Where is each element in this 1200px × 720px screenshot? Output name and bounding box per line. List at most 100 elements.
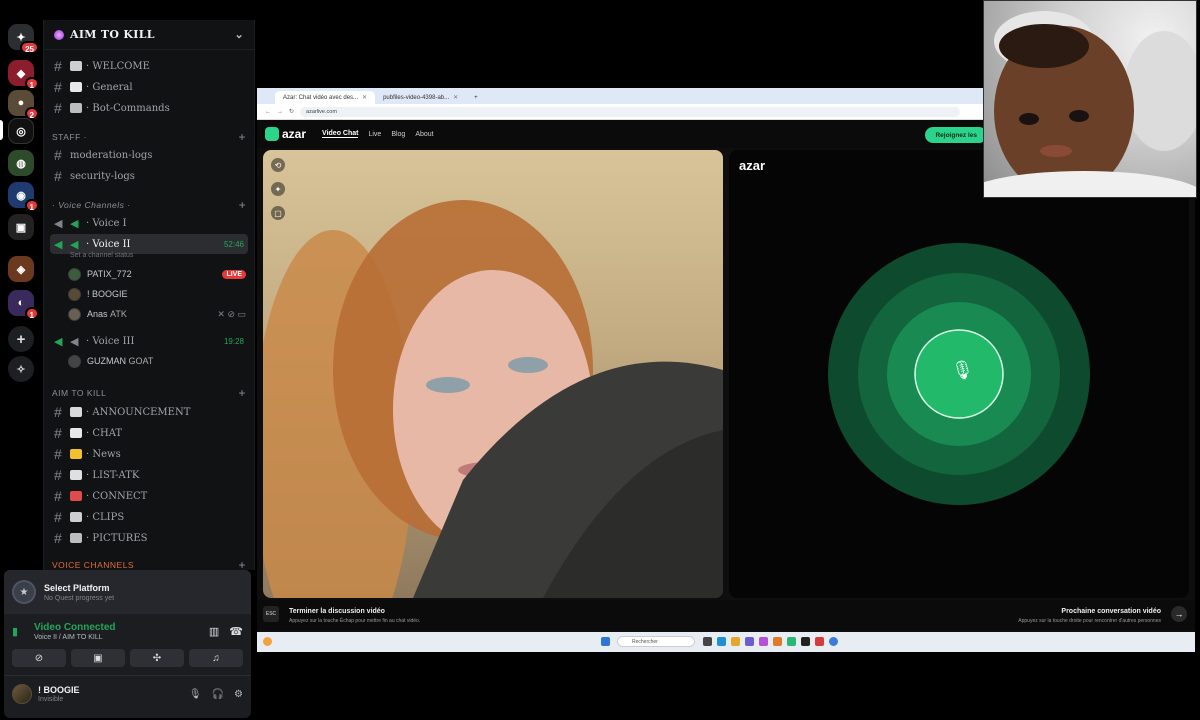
voice-user[interactable]: Anas ATK ✕ ⊘ ▭ [68, 305, 246, 323]
activities-button[interactable]: ✣ [130, 649, 184, 667]
notification-badge: 25 [20, 41, 39, 54]
channel-label: · General [86, 81, 133, 93]
chrome-icon[interactable] [829, 637, 838, 646]
teams-icon[interactable] [745, 637, 754, 646]
category-label: · Voice Channels · [52, 200, 131, 210]
add-channel-icon[interactable]: + [238, 130, 246, 144]
signal-icon[interactable]: ▮ [12, 625, 34, 638]
nav-about[interactable]: About [415, 131, 433, 138]
app-icon[interactable] [787, 637, 796, 646]
nav-blog[interactable]: Blog [391, 131, 405, 138]
add-channel-icon[interactable]: + [238, 558, 246, 570]
discord-home-icon[interactable]: ✦ 25 [8, 24, 39, 54]
voice-channel-2[interactable]: ◀ ◀ · Voice II 52:46 [50, 234, 248, 254]
channel-welcome[interactable]: # · WELCOME [50, 56, 248, 76]
speaker-icon: ◀ [70, 216, 79, 230]
next-call-title[interactable]: Prochaine conversation vidéo [1061, 608, 1161, 615]
server-icon[interactable]: ◐ 1 [8, 290, 39, 320]
app-icon[interactable] [773, 637, 782, 646]
end-call-title[interactable]: Terminer la discussion vidéo [289, 608, 385, 615]
category-aim-to-kill[interactable]: AIM TO KILL + [52, 386, 246, 400]
category-voice-channels[interactable]: VOICE CHANNELS + [52, 558, 246, 570]
tab-azar[interactable]: Azar: Chat vidéo avec des... ✕ [275, 91, 376, 104]
close-icon[interactable]: ✕ [362, 94, 367, 101]
azar-logo[interactable]: azar [265, 127, 306, 141]
screen-share-button[interactable]: ▣ [71, 649, 125, 667]
new-tab-button[interactable]: + [466, 91, 486, 104]
add-channel-icon[interactable]: + [238, 386, 246, 400]
voice-user[interactable]: PATIX_772 LIVE [68, 265, 246, 283]
forward-icon[interactable]: → [277, 109, 283, 115]
gear-icon[interactable]: ⚙ [234, 689, 243, 700]
app-icon[interactable] [801, 637, 810, 646]
channel-status-hint[interactable]: Set a channel status [70, 252, 133, 259]
soundboard-icon[interactable]: ▥ [209, 625, 219, 638]
microphone-icon[interactable]: 🎙 [189, 689, 202, 700]
channel-connect[interactable]: # · CONNECT [50, 486, 248, 506]
taskview-icon[interactable] [703, 637, 712, 646]
hash-icon: # [54, 488, 62, 504]
hash-icon: # [54, 168, 62, 184]
microphone-icon[interactable]: 🎙 [951, 360, 974, 384]
channel-pictures[interactable]: # · PICTURES [50, 528, 248, 548]
category-staff[interactable]: STAFF · + [52, 130, 246, 144]
effects-icon[interactable]: ✦ [271, 182, 285, 196]
tab-video[interactable]: pubfiles-video-4398-ab... ✕ [375, 91, 466, 104]
channel-announcement[interactable]: # · ANNOUNCEMENT [50, 402, 248, 422]
channel-moderation-logs[interactable]: # moderation-logs [50, 145, 248, 165]
channel-chat[interactable]: # · CHAT [50, 423, 248, 443]
voice-user[interactable]: GUZMAN GOAT [68, 352, 246, 370]
windows-start-icon[interactable] [601, 637, 610, 646]
add-channel-icon[interactable]: + [238, 198, 246, 212]
discover-icon[interactable]: ✧ [8, 356, 34, 382]
channel-security-logs[interactable]: # security-logs [50, 166, 248, 186]
server-icon[interactable]: ◈ [8, 256, 34, 282]
reload-icon[interactable]: ↻ [289, 108, 294, 115]
filter-icon[interactable]: ▢ [271, 206, 285, 220]
flip-camera-icon[interactable]: ⟲ [271, 158, 285, 172]
camera-off-button[interactable]: ⊘ [12, 649, 66, 667]
channel-label: moderation-logs [70, 149, 153, 161]
channel-list-atk[interactable]: # · LIST-ATK [50, 465, 248, 485]
close-icon[interactable]: ✕ [453, 94, 458, 101]
nav-video-chat[interactable]: Video Chat [322, 130, 359, 138]
guild-header[interactable]: AIM TO KILL ⌄ [44, 20, 254, 50]
disconnect-icon[interactable]: ☎ [229, 625, 243, 638]
voice-channel-1[interactable]: ◀ ◀ · Voice I [50, 213, 248, 233]
join-button[interactable]: Rejoignez les [925, 127, 987, 143]
back-icon[interactable]: ← [265, 109, 271, 115]
folder-icon[interactable] [731, 637, 740, 646]
channel-news[interactable]: # · News [50, 444, 248, 464]
nav-live[interactable]: Live [368, 131, 381, 138]
channel-bot-commands[interactable]: # · Bot-Commands [50, 98, 248, 118]
category-label: VOICE CHANNELS [52, 560, 135, 570]
next-arrow-button[interactable]: → [1171, 606, 1187, 622]
quest-banner[interactable]: ★ Select Platform No Quest progress yet [4, 570, 251, 614]
server-icon[interactable]: ◆ 1 [8, 60, 39, 90]
edge-icon[interactable] [717, 637, 726, 646]
server-icon-active[interactable]: ◎ [8, 118, 34, 144]
esc-button[interactable]: ESC [263, 606, 279, 622]
server-icon[interactable]: ● 2 [8, 90, 39, 120]
taskbar-search[interactable]: Rechercher [617, 636, 695, 647]
app-icon[interactable] [815, 637, 824, 646]
soundboard-button[interactable]: ♫ [189, 649, 243, 667]
channel-general[interactable]: # · General [50, 77, 248, 97]
voice-user[interactable]: ! BOOGIE [68, 285, 246, 303]
headphones-icon[interactable]: 🎧 [212, 689, 224, 700]
avatar[interactable] [12, 684, 32, 704]
weather-icon[interactable] [263, 637, 272, 646]
channel-label: · CLIPS [86, 511, 125, 523]
server-icon[interactable]: ▣ [8, 214, 34, 240]
app-icon[interactable] [759, 637, 768, 646]
category-voice[interactable]: · Voice Channels · + [52, 198, 246, 212]
channel-clips[interactable]: # · CLIPS [50, 507, 248, 527]
user-tag: ATK [110, 309, 127, 319]
server-icon[interactable]: ◍ [8, 150, 34, 176]
add-server-icon[interactable]: + [8, 326, 34, 352]
next-call-hint: Appuyez sur la touche droite pour rencon… [1018, 618, 1161, 624]
url-input[interactable]: azarlive.com [300, 106, 961, 117]
server-icon[interactable]: ◉ 1 [8, 182, 39, 212]
connection-channel[interactable]: Voice II / AIM TO KILL [34, 634, 116, 641]
voice-channel-3[interactable]: ◀ ◀ · Voice III 19:28 [50, 331, 248, 351]
